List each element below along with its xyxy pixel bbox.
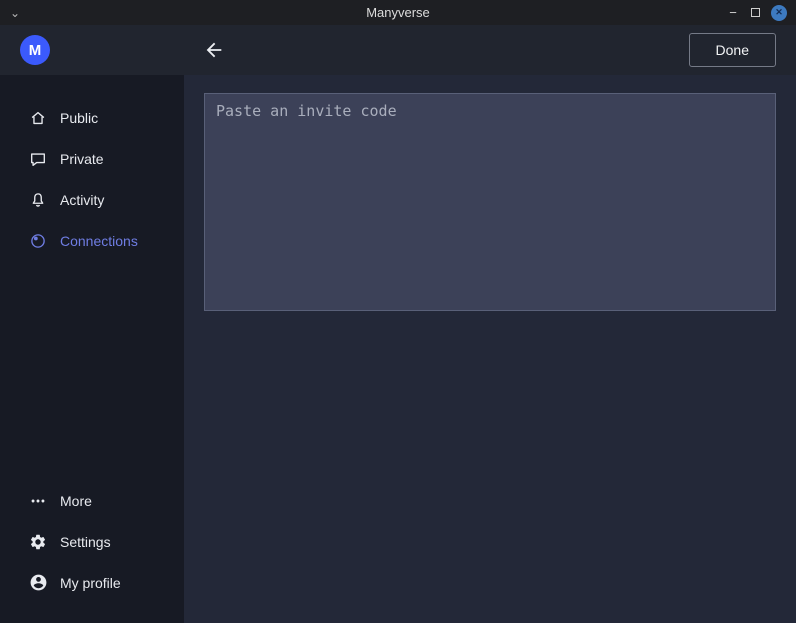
done-button[interactable]: Done — [689, 33, 776, 67]
logo-zone: M — [0, 35, 184, 65]
sidebar-item-activity[interactable]: Activity — [0, 179, 184, 220]
window-menu-chevron-icon[interactable]: ⌄ — [10, 8, 20, 18]
sidebar-item-label: Private — [60, 151, 104, 167]
window-controls: − ✕ — [722, 5, 796, 21]
app-header: M Done — [0, 25, 796, 75]
titlebar: ⌄ Manyverse − ✕ — [0, 0, 796, 25]
sidebar-item-label: Settings — [60, 534, 111, 550]
sidebar: Public Private Activity Connections — [0, 75, 184, 623]
profile-icon — [28, 573, 48, 593]
close-icon[interactable]: ✕ — [771, 5, 787, 21]
bell-icon — [28, 190, 48, 210]
sidebar-spacer — [0, 261, 184, 480]
chat-bubble-icon — [28, 149, 48, 169]
back-arrow-icon — [203, 39, 225, 61]
more-dots-icon — [28, 491, 48, 511]
manyverse-window: ⌄ Manyverse − ✕ M Done Public — [0, 0, 796, 623]
sidebar-item-label: Activity — [60, 192, 104, 208]
sidebar-item-label: Connections — [60, 233, 138, 249]
gear-icon — [28, 532, 48, 552]
manyverse-logo[interactable]: M — [20, 35, 50, 65]
connections-icon — [28, 231, 48, 251]
main-content — [184, 75, 796, 623]
minimize-icon[interactable]: − — [722, 6, 744, 19]
sidebar-item-more[interactable]: More — [0, 480, 184, 521]
sidebar-item-label: Public — [60, 110, 98, 126]
sidebar-item-label: More — [60, 493, 92, 509]
window-title: Manyverse — [0, 5, 796, 20]
back-button[interactable] — [201, 37, 227, 63]
restore-icon[interactable] — [744, 8, 766, 17]
sidebar-item-public[interactable]: Public — [0, 97, 184, 138]
sidebar-item-connections[interactable]: Connections — [0, 220, 184, 261]
sidebar-item-settings[interactable]: Settings — [0, 521, 184, 562]
invite-code-input[interactable] — [204, 93, 776, 311]
sidebar-item-private[interactable]: Private — [0, 138, 184, 179]
home-icon — [28, 108, 48, 128]
sidebar-item-label: My profile — [60, 575, 121, 591]
body-row: Public Private Activity Connections — [0, 75, 796, 623]
sidebar-item-my-profile[interactable]: My profile — [0, 562, 184, 603]
